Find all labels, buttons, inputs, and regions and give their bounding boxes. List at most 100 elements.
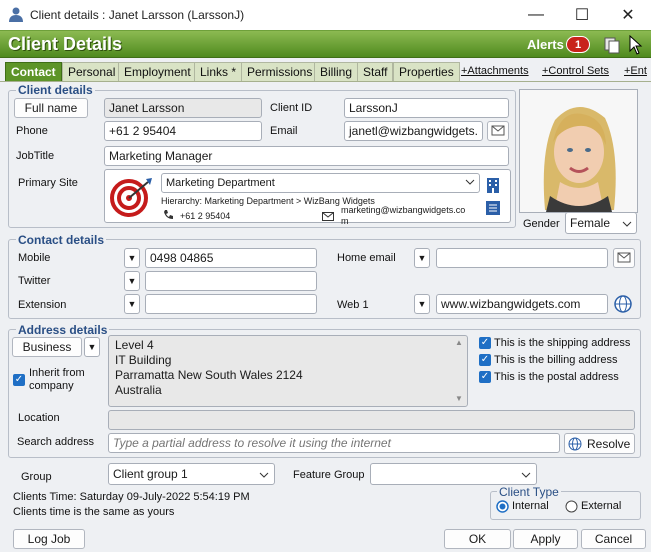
- maximize-button[interactable]: ☐: [559, 0, 605, 30]
- client-details-title: Client details: [16, 83, 95, 97]
- building-icon[interactable]: [484, 176, 502, 197]
- phone-field[interactable]: +61 2 95404: [104, 121, 262, 141]
- tab-contact[interactable]: Contact: [5, 62, 62, 81]
- client-details-header: Client Details Alerts 1: [0, 30, 651, 58]
- site-phone: +61 2 95404: [180, 211, 231, 221]
- tab-links[interactable]: Links *: [194, 62, 243, 81]
- avatar: [520, 90, 637, 212]
- scroll-up-icon[interactable]: ▲: [455, 338, 463, 347]
- ok-button[interactable]: OK: [444, 529, 511, 549]
- twitter-type-dropdown[interactable]: ▼: [124, 271, 140, 291]
- external-label: External: [581, 500, 622, 512]
- contact-details-title: Contact details: [16, 233, 107, 247]
- globe-icon[interactable]: [613, 294, 633, 317]
- home-email-field[interactable]: [436, 248, 608, 268]
- tab-bar: Contact Personal Employment Links * Perm…: [0, 60, 651, 82]
- tab-employment[interactable]: Employment: [118, 62, 197, 81]
- home-email-label: Home email: [337, 252, 396, 264]
- minimize-button[interactable]: —: [513, 0, 559, 30]
- page-title: Client Details: [8, 34, 123, 54]
- search-address-label: Search address: [17, 436, 95, 448]
- alerts-label[interactable]: Alerts: [527, 37, 564, 52]
- mobile-type-dropdown[interactable]: ▼: [124, 248, 140, 268]
- site-email: marketing@wizbangwidgets.co m: [341, 205, 466, 226]
- send-home-email-button[interactable]: [613, 248, 635, 268]
- globe-icon: [568, 437, 582, 456]
- control-sets-link[interactable]: +Control Sets: [542, 65, 609, 77]
- location-label: Location: [18, 412, 60, 424]
- group-label: Group: [21, 471, 52, 483]
- scroll-down-icon[interactable]: ▼: [455, 394, 463, 403]
- location-field[interactable]: [108, 410, 635, 430]
- site-details-icon[interactable]: [484, 199, 502, 220]
- billing-checkbox[interactable]: ✓: [479, 354, 491, 366]
- chevron-down-icon[interactable]: [258, 469, 270, 484]
- close-button[interactable]: ✕: [605, 0, 651, 30]
- address-line: IT Building: [115, 353, 172, 367]
- extension-type-dropdown[interactable]: ▼: [124, 294, 140, 314]
- shipping-checkbox[interactable]: ✓: [479, 337, 491, 349]
- inherit-checkbox[interactable]: ✓: [13, 374, 25, 386]
- email-label: Email: [270, 125, 298, 137]
- feature-group-label: Feature Group: [293, 469, 365, 481]
- postal-checkbox[interactable]: ✓: [479, 371, 491, 383]
- resolve-label: Resolve: [587, 437, 631, 451]
- web-field[interactable]: www.wizbangwidgets.com: [436, 294, 608, 314]
- primary-site-select[interactable]: Marketing Department: [161, 173, 480, 193]
- external-radio[interactable]: [565, 500, 578, 516]
- email-icon: [617, 252, 631, 267]
- twitter-field[interactable]: [145, 271, 317, 291]
- cursor-icon: [629, 34, 643, 55]
- phone-icon: [163, 209, 174, 223]
- user-icon: [8, 6, 24, 22]
- address-type-dropdown[interactable]: ▼: [84, 337, 100, 357]
- clients-time-note: Clients time is the same as yours: [13, 506, 175, 518]
- ent-link[interactable]: +Ent: [624, 65, 647, 77]
- client-id-label: Client ID: [270, 102, 313, 114]
- group-select[interactable]: Client group 1: [108, 463, 275, 485]
- chevron-down-icon[interactable]: [464, 176, 476, 191]
- job-title-field[interactable]: Marketing Manager: [104, 146, 509, 166]
- tab-billing[interactable]: Billing: [314, 62, 359, 81]
- internal-radio[interactable]: [496, 500, 509, 516]
- full-name-field[interactable]: Janet Larsson: [104, 98, 262, 118]
- address-type-button[interactable]: Business: [12, 337, 82, 357]
- email-field[interactable]: janetl@wizbangwidgets.: [344, 121, 483, 141]
- inherit-label: Inherit from company: [29, 367, 85, 392]
- postal-label: This is the postal address: [494, 371, 619, 383]
- phone-label: Phone: [16, 125, 48, 137]
- web-type-dropdown[interactable]: ▼: [414, 294, 430, 314]
- cancel-button[interactable]: Cancel: [581, 529, 646, 549]
- internal-label: Internal: [512, 500, 549, 512]
- title-bar: Client details : Janet Larsson (LarssonJ…: [0, 0, 651, 30]
- tab-personal[interactable]: Personal: [62, 62, 122, 81]
- attachments-link[interactable]: +Attachments: [461, 65, 529, 77]
- search-address-input[interactable]: [108, 433, 560, 453]
- extension-field[interactable]: [145, 294, 317, 314]
- gender-label: Gender: [523, 218, 560, 230]
- apply-button[interactable]: Apply: [513, 529, 578, 549]
- mobile-field[interactable]: 0498 04865: [145, 248, 317, 268]
- mobile-label: Mobile: [18, 252, 51, 264]
- home-email-type-dropdown[interactable]: ▼: [414, 248, 430, 268]
- chevron-down-icon[interactable]: [621, 218, 633, 233]
- tab-properties[interactable]: Properties: [393, 62, 460, 81]
- chevron-down-icon[interactable]: [520, 469, 532, 484]
- feature-group-select[interactable]: [370, 463, 537, 485]
- primary-site-label: Primary Site: [18, 177, 78, 189]
- twitter-label: Twitter: [18, 275, 51, 287]
- client-id-field[interactable]: LarssonJ: [344, 98, 509, 118]
- copy-icon[interactable]: [603, 36, 621, 54]
- web-label: Web 1: [337, 299, 369, 311]
- address-line: Parramatta New South Wales 2124: [115, 368, 303, 382]
- billing-label: This is the billing address: [494, 354, 618, 366]
- resolve-button[interactable]: Resolve: [564, 433, 635, 454]
- client-photo[interactable]: [519, 89, 638, 213]
- send-email-button[interactable]: [487, 121, 509, 141]
- tab-staff[interactable]: Staff: [357, 62, 394, 81]
- alerts-count-badge[interactable]: 1: [566, 36, 590, 53]
- log-job-button[interactable]: Log Job: [13, 529, 85, 549]
- full-name-button[interactable]: Full name: [14, 98, 88, 118]
- tab-permissions[interactable]: Permissions: [241, 62, 319, 81]
- address-textarea[interactable]: Level 4 IT Building Parramatta New South…: [108, 335, 468, 407]
